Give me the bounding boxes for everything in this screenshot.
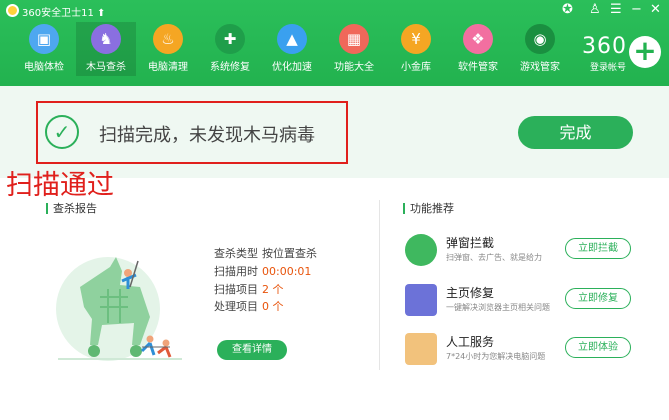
trojan-horse-illustration	[56, 257, 182, 361]
app-logo-icon	[6, 4, 19, 17]
brand-logo: 360	[582, 34, 627, 59]
nav-item-checkup[interactable]: ▣ 电脑体检	[14, 24, 74, 76]
nav-item-features[interactable]: ▦ 功能大全	[324, 24, 384, 76]
report-row-type: 查杀类型 按位置查杀	[214, 247, 317, 260]
nav-item-trojan-scan[interactable]: ♞ 木马查杀	[76, 22, 136, 76]
nav-item-system-repair[interactable]: ✚ 系统修复	[200, 24, 260, 76]
report-row-scanned: 扫描项目 2 个	[214, 283, 284, 296]
block-popups-button[interactable]: 立即拦截	[565, 238, 631, 259]
features-title: 功能推荐	[403, 203, 454, 214]
close-icon[interactable]: ✕	[650, 2, 661, 17]
horse-icon: ♞	[91, 24, 121, 54]
app-title: 360安全卫士11 ⬆	[22, 8, 106, 19]
scan-pass-annotation: 扫描通过	[6, 170, 114, 201]
report-row-duration: 扫描用时 00:00:01	[214, 265, 312, 278]
nav-item-cleanup[interactable]: ♨ 电脑清理	[138, 24, 198, 76]
check-icon: ✓	[45, 115, 79, 149]
menu-icon[interactable]: ☰	[610, 2, 622, 17]
done-button[interactable]: 完成	[518, 116, 633, 149]
try-support-button[interactable]: 立即体验	[565, 337, 631, 358]
minimize-icon[interactable]: −	[631, 2, 642, 17]
feature-human-support: 人工服务 7*24小时为您解决电脑问题 立即体验	[405, 333, 655, 369]
report-row-handled: 处理项目 0 个	[214, 300, 284, 313]
scan-result-message: 扫描完成，未发现木马病毒	[99, 125, 315, 146]
monitor-icon: ▣	[29, 24, 59, 54]
wrench-icon	[405, 284, 437, 316]
gamepad-icon: ◉	[525, 24, 555, 54]
nav-item-software[interactable]: ❖ 软件管家	[448, 24, 508, 76]
apps-icon: ❖	[463, 24, 493, 54]
rocket-icon: ▲	[277, 24, 307, 54]
nav-item-treasury[interactable]: ¥ 小金库	[386, 24, 446, 76]
feature-homepage-repair: 主页修复 一键解决浏览器主页相关问题 立即修复	[405, 284, 655, 320]
nav-item-games[interactable]: ◉ 游戏管家	[510, 24, 570, 76]
top-header: 360安全卫士11 ⬆ ✪ ♙ ☰ − ✕ ▣ 电脑体检 ♞ 木马查杀 ♨ 电脑…	[0, 0, 669, 86]
popup-block-icon	[405, 234, 437, 266]
title-bar: 360安全卫士11 ⬆ ✪ ♙ ☰ − ✕	[0, 0, 669, 22]
support-avatar-icon	[405, 333, 437, 365]
medal-icon[interactable]: ✪	[562, 2, 573, 17]
grid-icon: ▦	[339, 24, 369, 54]
section-divider	[379, 200, 380, 370]
repair-homepage-button[interactable]: 立即修复	[565, 288, 631, 309]
main-nav: ▣ 电脑体检 ♞ 木马查杀 ♨ 电脑清理 ✚ 系统修复 ▲ 优化加速 ▦ 功能大…	[0, 22, 580, 76]
login-link[interactable]: 登录帐号	[590, 60, 626, 73]
feature-popup-block: 弹窗拦截 扫弹窗、去广告、就是给力 立即拦截	[405, 234, 655, 270]
report-title: 查杀报告	[46, 203, 97, 214]
skin-icon[interactable]: ♙	[589, 2, 601, 17]
broom-icon: ♨	[153, 24, 183, 54]
coin-icon: ¥	[401, 24, 431, 54]
nav-item-speedup[interactable]: ▲ 优化加速	[262, 24, 322, 76]
shield-icon: ✚	[215, 24, 245, 54]
login-plus-icon[interactable]: +	[629, 36, 661, 68]
view-details-button[interactable]: 查看详情	[217, 340, 287, 360]
